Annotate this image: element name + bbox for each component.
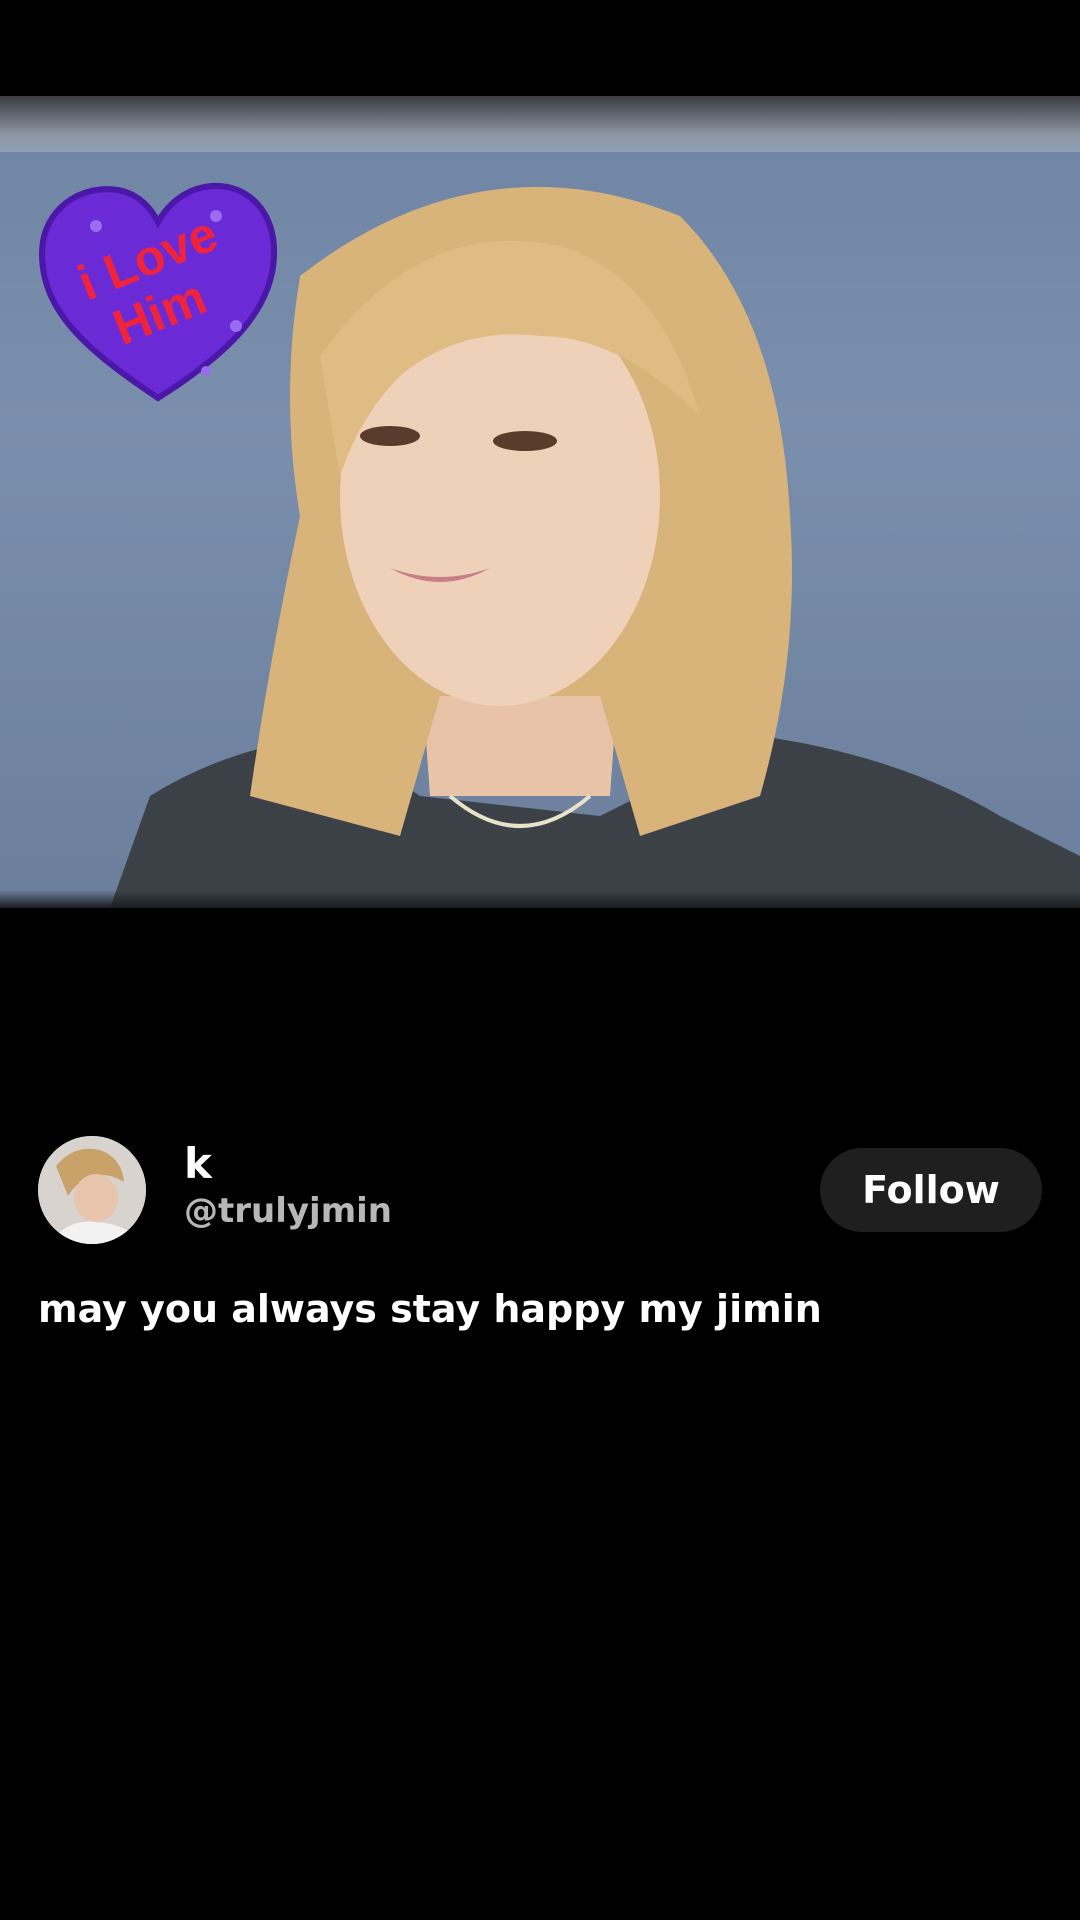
author-handle[interactable]: @trulyjmin xyxy=(184,1190,392,1232)
author-display-name[interactable]: k xyxy=(184,1140,212,1188)
post-caption: may you always stay happy my jimin xyxy=(38,1287,822,1331)
video-bottom-edge xyxy=(0,890,1080,908)
video-player[interactable]: i Love Him xyxy=(0,96,1080,908)
heart-sticker: i Love Him xyxy=(38,182,278,402)
author-row: k @trulyjmin Follow xyxy=(38,1136,1042,1244)
avatar-photo-icon xyxy=(38,1136,146,1244)
follow-button[interactable]: Follow xyxy=(820,1148,1042,1232)
avatar[interactable] xyxy=(38,1136,146,1244)
